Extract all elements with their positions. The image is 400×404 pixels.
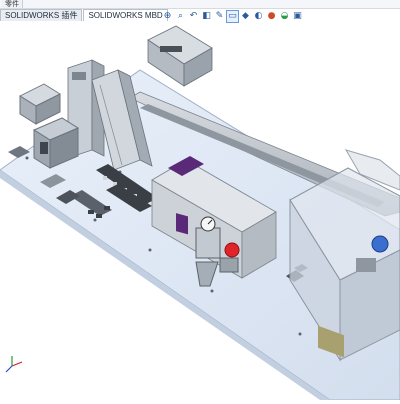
heads-up-view-toolbar: ⊕ ⌕ ↶ ◧ ✎ ▭ ◆ ◐ ● ◒ ▣: [162, 10, 303, 25]
top-tab[interactable]: 零件: [2, 0, 23, 8]
reference-triad: [5, 356, 23, 373]
previous-view-icon[interactable]: ↶: [188, 11, 199, 22]
hide-show-icon[interactable]: ◐: [253, 11, 264, 22]
apply-scene-icon[interactable]: ◒: [279, 11, 290, 22]
section-view-icon[interactable]: ◧: [201, 11, 212, 22]
command-manager-tabs: SOLIDWORKS 插件 SOLIDWORKS MBD: [0, 9, 169, 21]
assembly-model[interactable]: [0, 0, 400, 401]
zoom-area-icon[interactable]: ⌕: [175, 11, 186, 22]
gantry-block: [147, 25, 213, 87]
view-settings-icon[interactable]: ▣: [292, 11, 303, 22]
window-top-strip: 零件: [0, 0, 400, 9]
display-style-icon[interactable]: ◆: [240, 11, 251, 22]
tab-solidworks-mbd[interactable]: SOLIDWORKS MBD: [83, 9, 168, 21]
graphics-area[interactable]: [0, 0, 400, 401]
view-orientation-icon[interactable]: ▭: [226, 10, 239, 23]
edit-appearance-icon[interactable]: ●: [266, 11, 277, 22]
zoom-to-fit-icon[interactable]: ⊕: [162, 11, 173, 22]
tab-solidworks-addins[interactable]: SOLIDWORKS 插件: [0, 9, 83, 21]
dynamic-annotation-icon[interactable]: ✎: [214, 11, 225, 22]
